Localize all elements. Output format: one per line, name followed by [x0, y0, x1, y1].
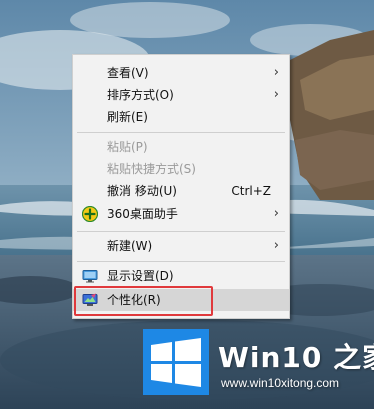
desktop-context-menu: 查看(V) › 排序方式(O) › 刷新(E) 粘贴(P) 粘贴快捷方式(S) … — [72, 54, 290, 319]
menu-item-undo-move[interactable]: 撤消 移动(U) Ctrl+Z — [73, 180, 289, 202]
windows-logo-icon — [143, 329, 209, 395]
watermark-brand: Win10 之家 — [218, 341, 374, 374]
menu-item-paste[interactable]: 粘贴(P) — [73, 136, 289, 158]
chevron-right-icon: › — [273, 206, 279, 221]
menu-item-label: 查看(V) — [107, 66, 149, 80]
menu-item-label: 刷新(E) — [107, 110, 148, 124]
menu-item-sort-by[interactable]: 排序方式(O) › — [73, 84, 289, 106]
menu-item-new[interactable]: 新建(W) › — [73, 235, 289, 257]
menu-item-display-settings[interactable]: 显示设置(D) — [73, 265, 289, 287]
watermark-site-url: www.win10xitong.com — [221, 376, 340, 390]
display-settings-icon — [82, 270, 98, 283]
menu-separator — [77, 261, 285, 262]
chevron-right-icon: › — [273, 87, 279, 102]
menu-item-label: 排序方式(O) — [107, 88, 174, 102]
highlight-annotation-box — [74, 286, 213, 316]
menu-item-label: 360桌面助手 — [107, 207, 178, 221]
menu-item-refresh[interactable]: 刷新(E) — [73, 106, 289, 128]
menu-separator — [77, 231, 285, 232]
360-assistant-icon — [82, 206, 98, 222]
menu-item-paste-shortcut[interactable]: 粘贴快捷方式(S) — [73, 158, 289, 180]
chevron-right-icon: › — [273, 238, 279, 253]
menu-item-label: 新建(W) — [107, 239, 153, 253]
chevron-right-icon: › — [273, 65, 279, 80]
menu-item-shortcut: Ctrl+Z — [231, 184, 271, 198]
menu-item-label: 显示设置(D) — [107, 269, 174, 283]
menu-item-label: 撤消 移动(U) — [107, 184, 177, 198]
menu-item-label: 粘贴快捷方式(S) — [107, 162, 196, 176]
menu-item-label: 粘贴(P) — [107, 140, 148, 154]
menu-item-view[interactable]: 查看(V) › — [73, 62, 289, 84]
menu-item-360-desktop-assistant[interactable]: 360桌面助手 › — [73, 203, 289, 225]
menu-separator — [77, 132, 285, 133]
